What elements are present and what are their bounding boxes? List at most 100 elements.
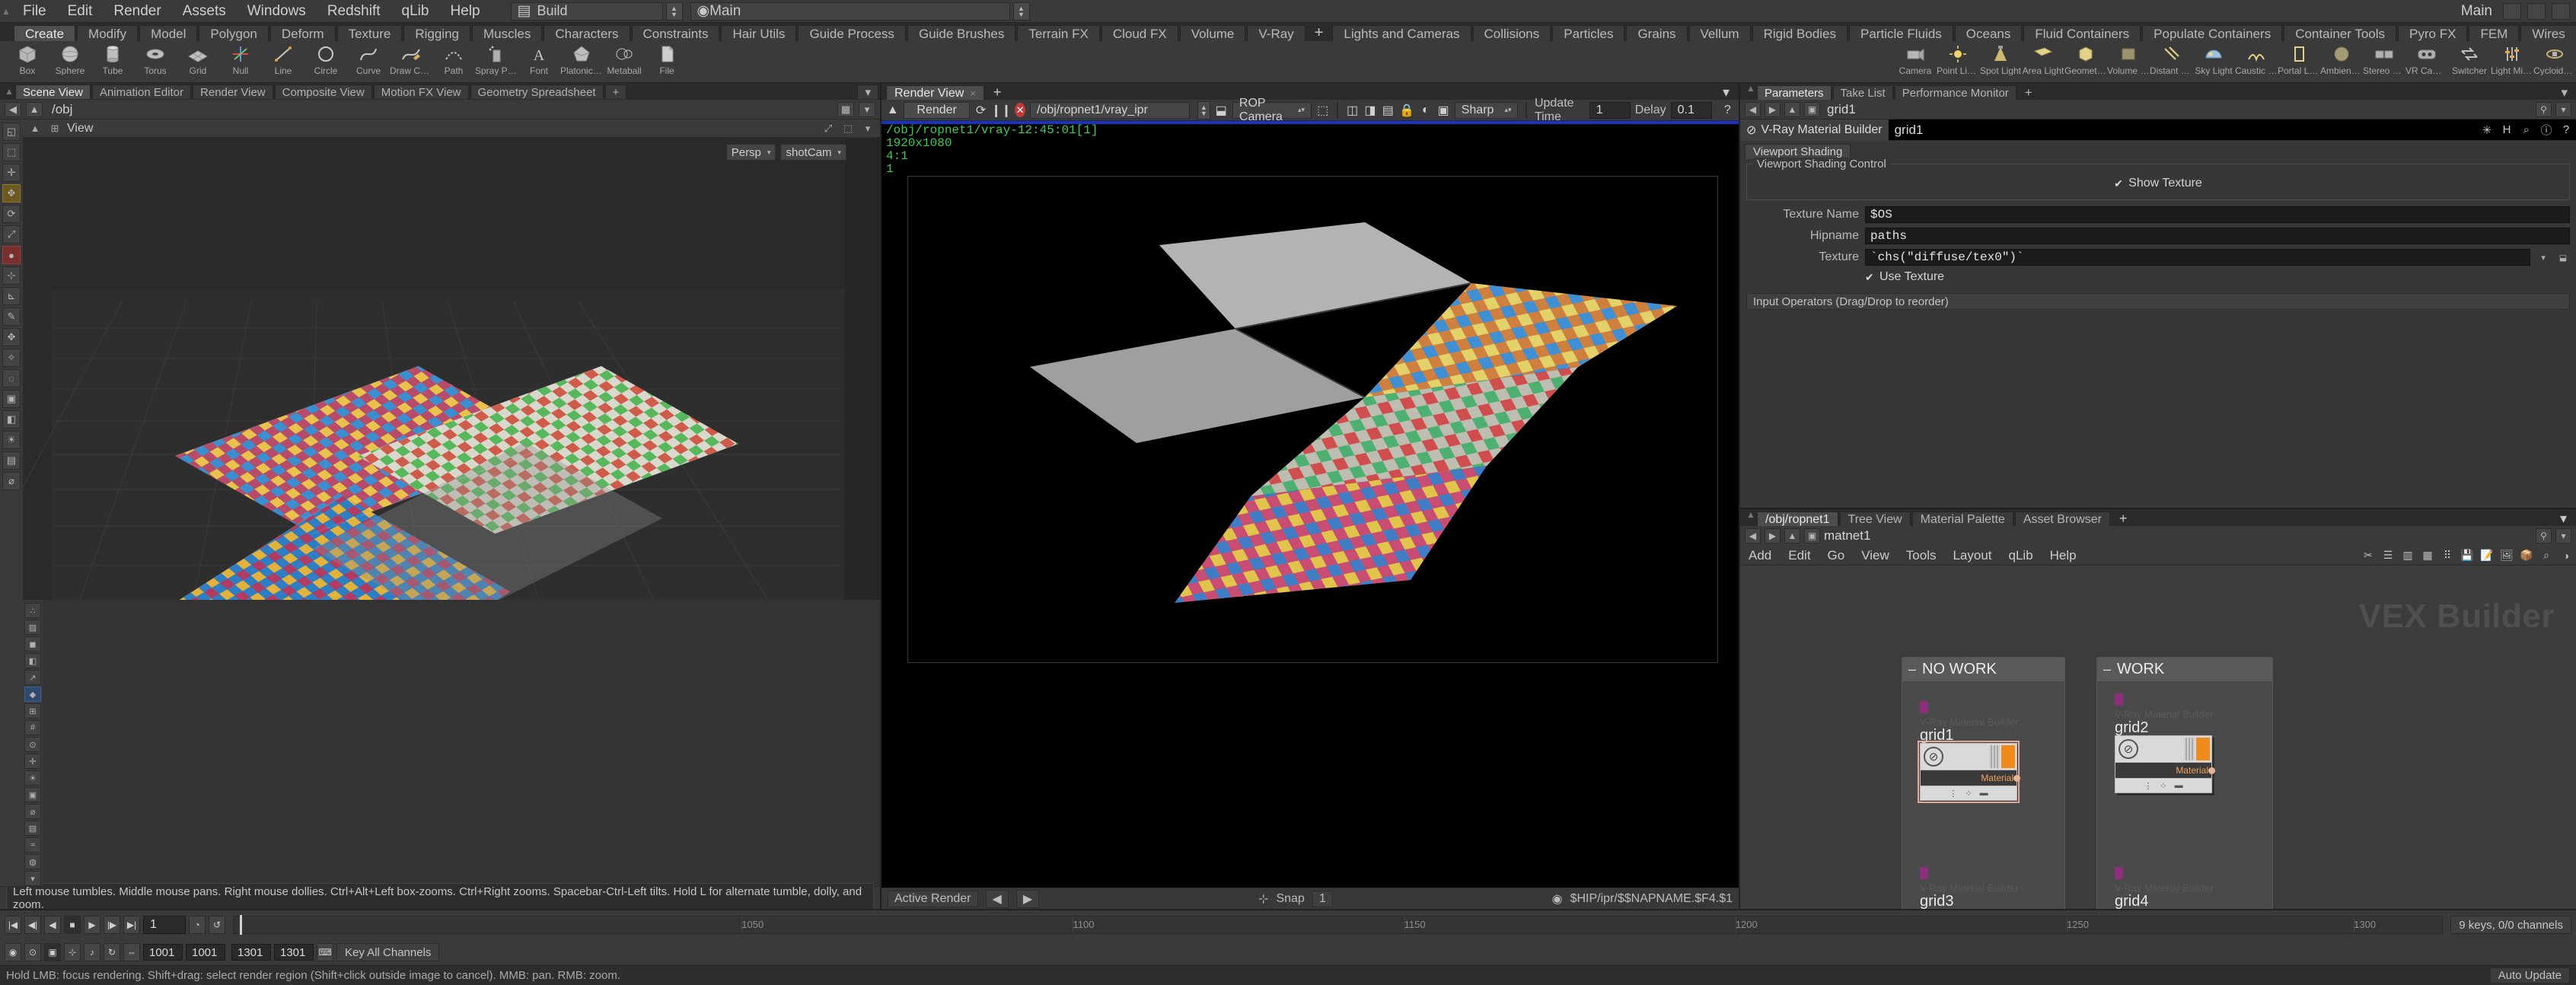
tool-spot-light[interactable]: Spot Light <box>1979 41 2022 75</box>
folder-tab-viewport-shading[interactable]: Viewport Shading <box>1745 144 1851 159</box>
node-flag-display-icon[interactable]: ▬ <box>2175 781 2183 790</box>
up-icon[interactable]: ▲ <box>1784 528 1800 544</box>
loop-icon[interactable]: ↻ <box>104 943 120 961</box>
display-uv-icon[interactable]: ◧ <box>24 653 41 668</box>
display-wireframe-icon[interactable]: ▨ <box>24 620 41 635</box>
rotate-tool-icon[interactable]: ⟳ <box>2 205 21 223</box>
display-camera-icon[interactable]: ▣ <box>24 787 41 802</box>
tab-asset-browser[interactable]: Asset Browser <box>2014 512 2110 526</box>
minus-icon[interactable]: – <box>2103 661 2111 677</box>
gear-icon[interactable]: ✳ <box>2477 120 2497 141</box>
shelf-tab-fem[interactable]: FEM <box>2469 25 2520 41</box>
shelf-tab-characters[interactable]: Characters <box>544 25 630 41</box>
snapshot-gallery-icon[interactable]: ▤ <box>1382 102 1395 119</box>
tab-parameters[interactable]: Parameters <box>1757 85 1832 100</box>
shelf-tab-texture[interactable]: Texture <box>336 25 403 41</box>
column-icon[interactable]: ▥ <box>2398 547 2418 564</box>
tool-line[interactable]: Line <box>262 41 304 75</box>
active-render-label[interactable]: Active Render <box>888 890 978 907</box>
shelf-tab-container-tools[interactable]: Container Tools <box>2284 25 2397 41</box>
viewport-view-type-select[interactable]: Persp ▾ <box>725 144 776 161</box>
group-tool-icon[interactable]: ▣ <box>2 390 21 408</box>
node-output-connector[interactable] <box>2013 775 2020 782</box>
parameter-breadcrumb[interactable]: grid1 <box>1824 102 1856 117</box>
network-menu-go[interactable]: Go <box>1819 546 1854 566</box>
shelf-tab-volume[interactable]: Volume <box>1179 25 1246 41</box>
help-icon[interactable]: ? <box>1721 102 1734 119</box>
tab-tree-view[interactable]: Tree View <box>1839 512 1911 526</box>
node-body[interactable]: ⊘ Material ⋮ ⁘ ▬ <box>1918 741 2020 803</box>
tab-performance-monitor[interactable]: Performance Monitor <box>1894 85 2016 100</box>
pin-icon[interactable]: ⚲ <box>2536 528 2552 544</box>
network-add-tab[interactable]: + <box>2112 512 2135 526</box>
search-icon[interactable]: ⌕ <box>2517 120 2536 141</box>
uv-tool-icon[interactable]: ◧ <box>2 410 21 429</box>
shelf-tab-hair-utils[interactable]: Hair Utils <box>721 25 797 41</box>
shelf-tab-oceans[interactable]: Oceans <box>1954 25 2023 41</box>
play-reverse-icon[interactable]: ◀ <box>44 916 61 934</box>
scale-tool-icon[interactable]: ⤢ <box>2 225 21 244</box>
snapshot-compare-icon[interactable]: ◨ <box>1363 102 1376 119</box>
shelf-tab-fluid-containers[interactable]: Fluid Containers <box>2023 25 2141 41</box>
palette-icon[interactable]: ▦ <box>2418 547 2437 564</box>
shelf-tab-vellum[interactable]: Vellum <box>1688 25 1751 41</box>
shelf-tab-populate-containers[interactable]: Populate Containers <box>2142 25 2283 41</box>
tool-null[interactable]: Null <box>219 41 262 75</box>
menu-file[interactable]: File <box>12 0 57 23</box>
display-normals-icon[interactable]: ↗ <box>24 670 41 685</box>
bone-tool-icon[interactable]: ⌀ <box>2 472 21 490</box>
network-node-grid1[interactable]: V-Ray Material Builder grid1 ⊘ Material <box>1918 701 2020 803</box>
desktop-spinner[interactable]: ▲ ▼ <box>665 2 683 21</box>
timeline-playhead[interactable] <box>240 915 242 935</box>
minimize-button[interactable] <box>2503 2 2521 20</box>
tool-caustic-light[interactable]: Caustic Light <box>2235 41 2278 75</box>
menu-edit[interactable]: Edit <box>57 0 104 23</box>
range-start-field[interactable]: 1001 <box>143 944 183 961</box>
shelf-add-tab-button[interactable]: + <box>1307 25 1331 41</box>
network-node-grid2[interactable]: V-Ray Material Builder grid2 ⊘ Material <box>2115 693 2215 793</box>
network-canvas[interactable]: VEX Builder – NO WORK – WORK V-Ray Mater… <box>1740 566 2576 909</box>
tool-vr-camera[interactable]: VR Camera <box>2405 41 2448 75</box>
tool-camera[interactable]: Camera <box>1894 41 1937 75</box>
node-flag-icon[interactable] <box>1920 867 1928 879</box>
network-pane-menu-icon[interactable]: ▾ <box>2552 512 2574 526</box>
menu-windows[interactable]: Windows <box>237 0 317 23</box>
shelf-tab-modify[interactable]: Modify <box>77 25 139 41</box>
auto-update-button[interactable]: Auto Update <box>2489 967 2570 983</box>
display-origin-icon[interactable]: ⊙ <box>24 737 41 752</box>
list-icon[interactable]: ☰ <box>2378 547 2398 564</box>
key-all-channels-button[interactable]: Key All Channels <box>336 943 440 961</box>
node-flag-icon[interactable] <box>2115 867 2123 879</box>
rop-path-spinner[interactable]: ▲ ▼ <box>1197 100 1210 120</box>
range-start-right-field[interactable]: 1301 <box>231 944 271 961</box>
network-menu-edit[interactable]: Edit <box>1780 546 1819 566</box>
close-icon[interactable]: × <box>970 86 976 100</box>
pane-handle-icon[interactable]: ▲ <box>886 102 899 119</box>
node-flag-bypass-icon[interactable]: ⋮ <box>2144 781 2152 791</box>
snap-tool-icon[interactable]: ⊹ <box>2 266 21 285</box>
tool-switcher[interactable]: Switcher <box>2448 41 2491 75</box>
node-body[interactable]: ⊘ Material ⋮ ⁘ ▬ <box>2115 735 2215 793</box>
desktop-selector[interactable]: ▤ Build <box>510 2 663 21</box>
tool-path[interactable]: Path <box>432 41 475 75</box>
display-guide-icon[interactable]: ⊞ <box>24 703 41 719</box>
tool-box[interactable]: Box <box>6 41 49 75</box>
pick-rop-icon[interactable]: ⬓ <box>1215 102 1228 119</box>
node-type-tag[interactable]: ⊘ V-Ray Material Builder <box>1740 119 1889 141</box>
network-node-grid4[interactable]: V-Ray Material Builder grid4 ⊘ Material <box>2115 867 2213 909</box>
display-fog-icon[interactable]: ≈ <box>24 837 41 853</box>
tool-ambient-light[interactable]: Ambient Light <box>2320 41 2363 75</box>
soft-tool-icon[interactable]: ◌ <box>2 369 21 387</box>
lock-icon[interactable]: 🔒 <box>1399 102 1414 119</box>
display-light-icon[interactable]: ☀ <box>24 770 41 786</box>
shelf-tab-cloud-fx[interactable]: Cloud FX <box>1101 25 1178 41</box>
shelf-tab-particles[interactable]: Particles <box>1552 25 1625 41</box>
pin-icon[interactable]: ⚲ <box>2536 101 2552 117</box>
edit-tool-icon[interactable]: ✧ <box>2 349 21 367</box>
node-bottom-row[interactable]: ⋮ ⁘ ▬ <box>1920 786 2017 801</box>
network-path-field[interactable]: matnet1 <box>1824 528 1870 544</box>
jump-end-icon[interactable]: ▶| <box>123 916 140 934</box>
tab-take-list[interactable]: Take List <box>1832 85 1893 100</box>
shelf-tab-create[interactable]: Create <box>14 25 76 41</box>
view-tool-icon[interactable]: ◱ <box>2 123 21 141</box>
